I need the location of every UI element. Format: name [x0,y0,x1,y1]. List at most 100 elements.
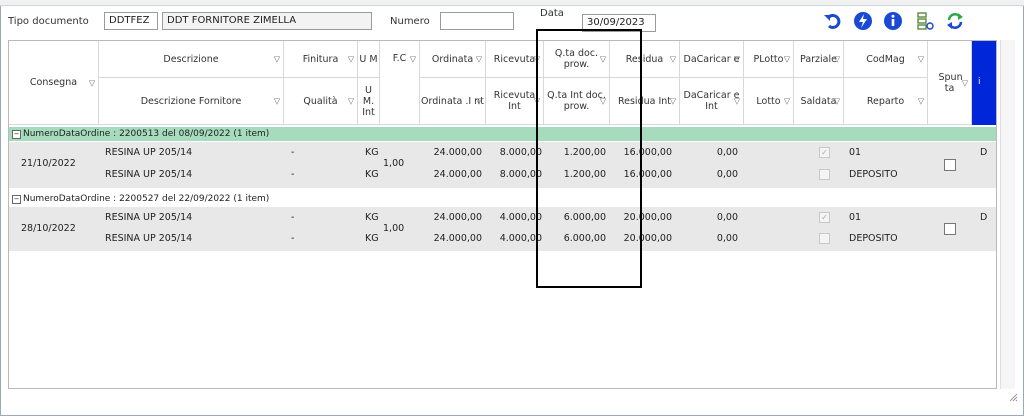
cell-ricevuta: 4.000,00 [499,212,542,223]
filter-icon[interactable]: ▽ [670,96,676,107]
filter-icon[interactable]: ▽ [834,96,840,107]
numero-label: Numero [390,16,430,27]
col-parziale[interactable]: Parziale ▽ [794,41,844,78]
col-codmag[interactable]: CodMag ▽ [844,41,928,78]
col-fc[interactable]: F.C ▽ [380,41,420,125]
filter-icon[interactable]: ▽ [534,54,540,65]
filter-icon[interactable]: ▽ [834,54,840,65]
col-dacaricare[interactable]: DaCaricar e ▽ [680,41,744,78]
filter-icon[interactable]: ▽ [274,96,280,107]
cell-ordinata: 24.000,00 [433,147,482,158]
col-i-label: i [978,77,981,87]
filter-icon[interactable]: ▽ [600,54,606,65]
parziale-checkbox[interactable]: ✓ [819,147,830,158]
filter-icon[interactable]: ▽ [734,54,740,65]
filter-icon[interactable]: ▽ [534,96,540,107]
info-icon[interactable] [882,10,904,32]
cell-consegna: 21/10/2022 [21,158,76,169]
cell-um: KG [365,147,379,158]
col-lotto[interactable]: Lotto ▽ [744,78,794,125]
col-descrizione-fornitore[interactable]: Descrizione Fornitore ▽ [99,78,284,125]
col-um[interactable]: U M [358,41,380,78]
orders-grid[interactable]: Consegna ▽ Descrizione ▽ Descrizione Forni… [8,40,997,389]
refresh-icon[interactable] [944,10,966,32]
collapse-icon[interactable]: − [12,195,21,204]
numero-input[interactable] [440,12,514,30]
saldata-checkbox[interactable] [819,169,830,180]
filter-icon[interactable]: ▽ [348,54,354,65]
group-header[interactable]: − NumeroDataOrdine : 2200527 del 22/09/2… [9,192,996,206]
tipo-documento-code-field[interactable]: DDTFEZ [104,12,158,30]
cell-qta-doc: 6.000,00 [563,212,606,223]
resize-grip-icon[interactable] [1008,392,1018,402]
col-qta-int[interactable]: Q.ta Int doc. prow. ▽ [544,78,610,125]
cell-ordinata: 24.000,00 [433,212,482,223]
filter-icon[interactable]: ▽ [476,54,482,65]
col-qta-doc[interactable]: Q.ta doc. prow. ▽ [544,41,610,78]
col-reparto-label: Reparto [866,95,905,107]
col-finitura[interactable]: Finitura ▽ [284,41,358,78]
col-ricevuta[interactable]: Ricevuta ▽ [486,41,544,78]
filter-icon[interactable]: ▽ [784,54,790,65]
col-dacaricare-int[interactable]: DaCaricar e Int ▽ [680,78,744,125]
col-consegna[interactable]: Consegna ▽ [9,41,99,125]
cell-um-int: KG [365,233,379,244]
cell-residua-int: 20.000,00 [623,233,672,244]
col-um-int[interactable]: U M. Int [358,78,380,125]
col-residua-label: Residua [625,53,664,65]
col-parziale-label: Parziale [800,53,837,65]
col-um-label: U M [359,53,378,65]
col-i-accent[interactable]: i [972,41,996,125]
spunta-checkbox[interactable] [944,159,956,171]
filter-icon[interactable]: ▽ [784,96,790,107]
col-ricevuta-int[interactable]: Ricevuta Int ▽ [486,78,544,125]
filter-icon[interactable]: ▽ [410,54,416,65]
filter-icon[interactable]: ▽ [918,96,924,107]
col-qualita[interactable]: Qualità ▽ [284,78,358,125]
filter-icon[interactable]: ▽ [274,54,280,65]
cell-i: D [980,147,988,158]
cell-ricevuta: 8.000,00 [499,147,542,158]
filter-icon[interactable]: ▽ [670,54,676,65]
table-row[interactable]: 28/10/2022 RESINA UP 205/14 RESINA UP 20… [9,207,996,251]
col-residua[interactable]: Residua ▽ [610,41,680,78]
cell-residua: 20.000,00 [623,212,672,223]
col-residua-int-label: Residua Int [617,95,672,107]
undo-icon[interactable] [822,10,844,32]
col-spunta[interactable]: Spun ta ▽ [928,41,972,125]
spunta-checkbox[interactable] [944,223,956,235]
col-ordinata[interactable]: Ordinata ▽ [420,41,486,78]
cell-dacaricare-int: 0,00 [716,169,738,180]
checklist-icon[interactable] [914,10,936,32]
col-saldata[interactable]: Saldata ▽ [794,78,844,125]
parziale-checkbox[interactable]: ✓ [819,212,830,223]
cell-fc: 1,00 [383,223,405,234]
vertical-scrollbar[interactable] [1000,40,1015,389]
col-ordinata-int[interactable]: Ordinata .I nt ▽ [420,78,486,125]
col-lotto-label: Lotto [756,95,781,107]
toolbar-icons [822,10,1002,34]
data-label: Data [540,8,564,19]
col-residua-int[interactable]: Residua Int ▽ [610,78,680,125]
filter-icon[interactable]: ▽ [476,96,482,107]
cell-reparto: DEPOSITO [849,233,898,244]
filter-icon[interactable]: ▽ [918,54,924,65]
data-input[interactable]: 30/09/2023 [582,14,656,32]
saldata-checkbox[interactable] [819,233,830,244]
filter-icon[interactable]: ▽ [734,96,740,107]
cell-ordinata-int: 24.000,00 [433,169,482,180]
collapse-icon[interactable]: − [12,130,21,139]
group-header[interactable]: − NumeroDataOrdine : 2200513 del 08/09/2… [9,127,996,141]
table-row[interactable]: 21/10/2022 RESINA UP 205/14 RESINA UP 20… [9,142,996,188]
flash-icon[interactable] [852,10,874,32]
col-spunta-label: Spun ta [938,71,963,94]
col-reparto[interactable]: Reparto ▽ [844,78,928,125]
filter-icon[interactable]: ▽ [89,77,95,88]
filter-icon[interactable]: ▽ [348,96,354,107]
col-um-int-label: U M. Int [362,84,375,118]
filter-icon[interactable]: ▽ [962,77,968,88]
filter-icon[interactable]: ▽ [600,96,606,107]
col-plotto[interactable]: PLotto ▽ [744,41,794,78]
col-ricevuta-label: Ricevuta [493,53,536,65]
col-descrizione[interactable]: Descrizione ▽ [99,41,284,78]
